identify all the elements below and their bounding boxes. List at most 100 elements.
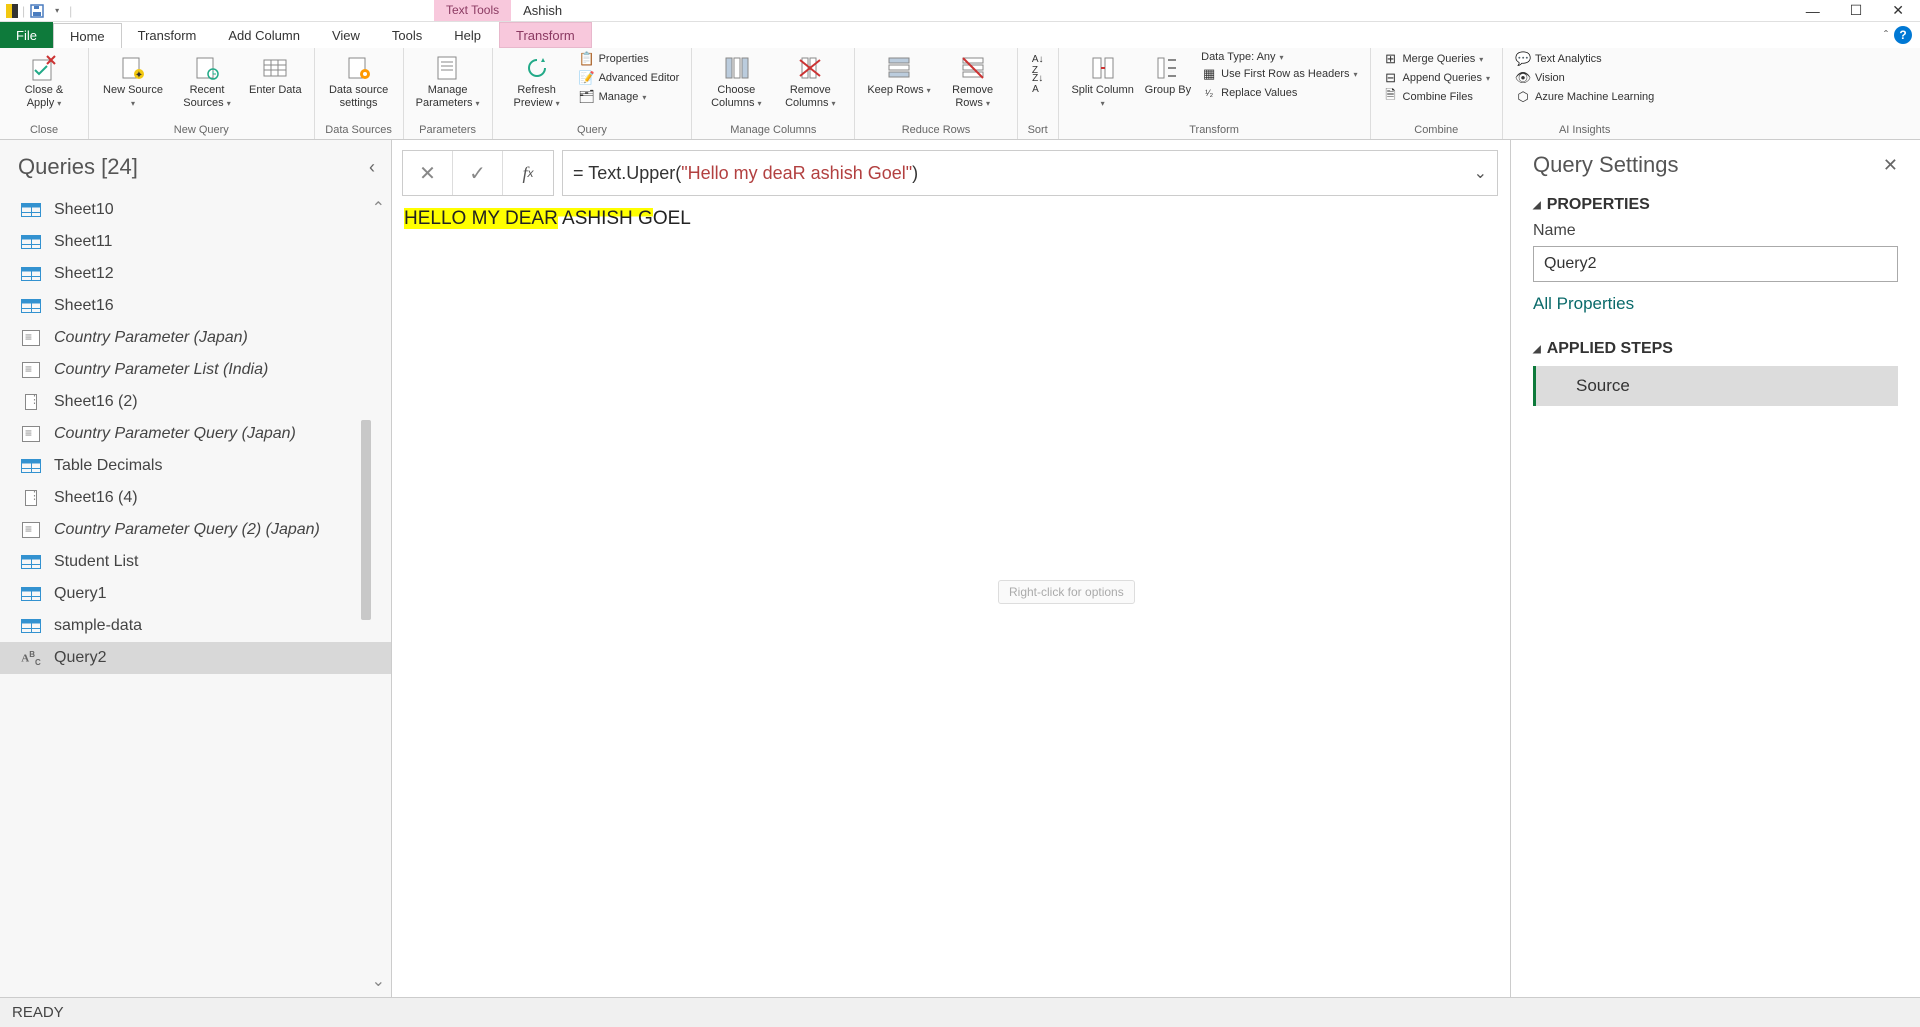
keep-rows-icon (883, 52, 915, 84)
settings-close-button[interactable]: ✕ (1883, 155, 1898, 176)
ribbon-collapse-chevron[interactable]: ˆ (1884, 28, 1888, 42)
query-item[interactable]: ABCQuery2 (0, 642, 391, 674)
choose-columns-button[interactable]: Choose Columns ▾ (700, 50, 772, 112)
sort-desc-button[interactable]: Z↓A (1026, 75, 1050, 93)
queries-collapse-chevron[interactable]: ‹ (369, 157, 375, 178)
help-icon[interactable]: ? (1894, 26, 1912, 44)
tab-tools[interactable]: Tools (376, 22, 438, 48)
right-click-tooltip: Right-click for options (998, 580, 1135, 604)
remove-rows-button[interactable]: Remove Rows ▾ (937, 50, 1009, 112)
query-item[interactable]: Country Parameter (Japan) (0, 322, 391, 354)
manage-parameters-button[interactable]: Manage Parameters ▾ (412, 50, 484, 112)
list-icon (20, 489, 42, 507)
formula-cancel-button[interactable]: ✕ (403, 151, 453, 195)
merge-icon: ⊞ (1383, 51, 1399, 67)
all-properties-link[interactable]: All Properties (1533, 294, 1634, 314)
data-source-settings-button[interactable]: Data source settings (323, 50, 395, 112)
azure-ml-button[interactable]: ⬡Azure Machine Learning (1511, 88, 1658, 106)
tab-transform[interactable]: Transform (122, 22, 213, 48)
query-item[interactable]: Query1 (0, 578, 391, 610)
ribbon-group-reduce-rows: Keep Rows ▾ Remove Rows ▾ Reduce Rows (855, 48, 1017, 139)
name-label: Name (1533, 222, 1898, 240)
remove-columns-button[interactable]: Remove Columns ▾ (774, 50, 846, 112)
query-item[interactable]: Sheet10 (0, 194, 391, 226)
tab-file[interactable]: File (0, 22, 53, 48)
queries-scroll-down-icon[interactable]: ⌄ (372, 971, 385, 991)
queries-scroll-up-icon[interactable]: ⌃ (372, 198, 385, 218)
ribbon-group-manage-columns: Choose Columns ▾ Remove Columns ▾ Manage… (692, 48, 855, 139)
main-content: ✕ ✓ fx = Text.Upper("Hello my deaR ashis… (392, 140, 1510, 997)
query-item[interactable]: Sheet16 (2) (0, 386, 391, 418)
formula-accept-button[interactable]: ✓ (453, 151, 503, 195)
query-item[interactable]: Country Parameter Query (Japan) (0, 418, 391, 450)
maximize-button[interactable]: ☐ (1844, 0, 1869, 21)
formula-expand-icon[interactable]: ⌄ (1474, 163, 1487, 183)
collapse-triangle-icon: ◢ (1533, 200, 1541, 211)
formula-bar[interactable]: = Text.Upper("Hello my deaR ashish Goel"… (562, 150, 1498, 196)
tab-help[interactable]: Help (438, 22, 497, 48)
advanced-editor-icon: 📝 (579, 70, 595, 86)
properties-button[interactable]: 📋Properties (575, 50, 684, 68)
parameter-icon (20, 329, 42, 347)
query-item[interactable]: Table Decimals (0, 450, 391, 482)
qat-divider: | (69, 4, 72, 18)
query-name: Country Parameter Query (2) (Japan) (54, 521, 320, 539)
query-name-input[interactable] (1533, 246, 1898, 282)
table-icon (20, 201, 42, 219)
applied-step-source[interactable]: Source (1533, 366, 1898, 406)
query-name: Query1 (54, 585, 106, 603)
data-type-button[interactable]: Data Type: Any ▾ (1197, 50, 1361, 64)
queries-list: Sheet10Sheet11Sheet12Sheet16Country Para… (0, 190, 391, 997)
tab-home[interactable]: Home (53, 23, 122, 49)
close-window-button[interactable]: ✕ (1886, 0, 1910, 21)
query-item[interactable]: Country Parameter List (India) (0, 354, 391, 386)
refresh-preview-button[interactable]: Refresh Preview ▾ (501, 50, 573, 112)
group-by-button[interactable]: Group By (1141, 50, 1195, 99)
combine-files-button[interactable]: 🗎Combine Files (1379, 88, 1495, 106)
tab-transform-context[interactable]: Transform (499, 22, 592, 48)
formula-fx-button[interactable]: fx (503, 151, 553, 195)
headers-icon: ▦ (1201, 66, 1217, 82)
advanced-editor-button[interactable]: 📝Advanced Editor (575, 69, 684, 87)
query-item[interactable]: Sheet12 (0, 258, 391, 290)
query-item[interactable]: Student List (0, 546, 391, 578)
vision-button[interactable]: 👁Vision (1511, 69, 1658, 87)
new-source-button[interactable]: ✦ New Source ▾ (97, 50, 169, 112)
enter-data-button[interactable]: Enter Data (245, 50, 306, 99)
query-item[interactable]: Country Parameter Query (2) (Japan) (0, 514, 391, 546)
ribbon-group-close: Close & Apply ▾ Close (0, 48, 89, 139)
combine-files-icon: 🗎 (1383, 89, 1399, 105)
tab-add-column[interactable]: Add Column (212, 22, 316, 48)
manage-button[interactable]: 🗂Manage ▾ (575, 88, 684, 106)
split-column-button[interactable]: Split Column ▾ (1067, 50, 1139, 112)
query-item[interactable]: sample-data (0, 610, 391, 642)
context-tab-text-tools[interactable]: Text Tools (434, 0, 511, 21)
titlebar-filename: Ashish (511, 0, 574, 21)
first-row-headers-button[interactable]: ▦Use First Row as Headers ▾ (1197, 65, 1361, 83)
properties-section-header[interactable]: ◢PROPERTIES (1533, 196, 1898, 214)
query-item[interactable]: Sheet11 (0, 226, 391, 258)
qat-dropdown-icon[interactable]: ▾ (49, 3, 65, 19)
text-analytics-button[interactable]: 💬Text Analytics (1511, 50, 1658, 68)
keep-rows-button[interactable]: Keep Rows ▾ (863, 50, 934, 99)
query-name: Query2 (54, 649, 106, 667)
append-queries-button[interactable]: ⊟Append Queries ▾ (1379, 69, 1495, 87)
merge-queries-button[interactable]: ⊞Merge Queries ▾ (1379, 50, 1495, 68)
tab-view[interactable]: View (316, 22, 376, 48)
query-name: Sheet11 (54, 233, 112, 251)
vision-icon: 👁 (1515, 70, 1531, 86)
sort-asc-button[interactable]: A↓Z (1026, 56, 1050, 74)
minimize-button[interactable]: — (1800, 1, 1826, 21)
query-item[interactable]: Sheet16 (4) (0, 482, 391, 514)
save-icon[interactable] (29, 3, 45, 19)
svg-text:✦: ✦ (135, 70, 143, 81)
query-item[interactable]: Sheet16 (0, 290, 391, 322)
recent-sources-button[interactable]: Recent Sources ▾ (171, 50, 243, 112)
close-apply-button[interactable]: Close & Apply ▾ (8, 50, 80, 112)
replace-values-button[interactable]: ¹⁄₂Replace Values (1197, 84, 1361, 102)
table-icon (20, 617, 42, 635)
query-name: Country Parameter Query (Japan) (54, 425, 296, 443)
applied-steps-header[interactable]: ◢APPLIED STEPS (1533, 340, 1898, 358)
queries-scrollbar[interactable] (361, 420, 371, 620)
ribbon-tabs: File Home Transform Add Column View Tool… (0, 22, 1920, 48)
